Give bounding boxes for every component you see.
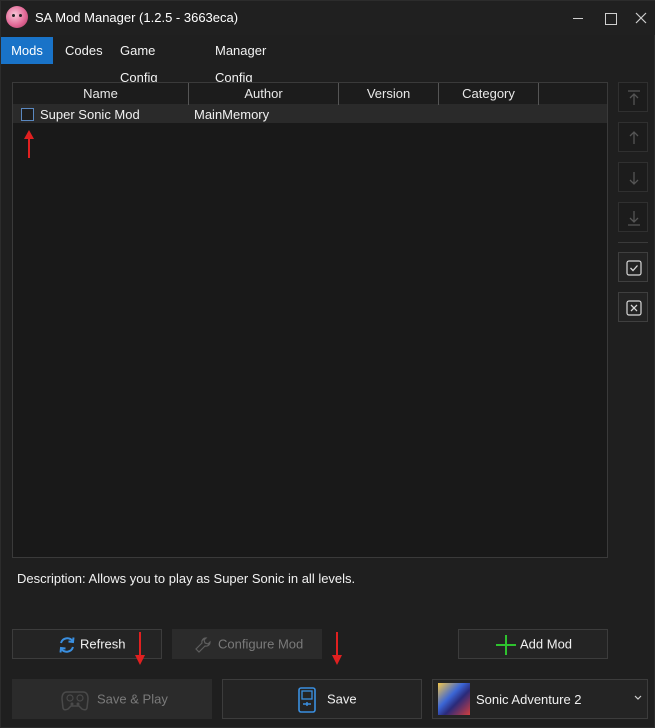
check-all-icon bbox=[626, 260, 642, 276]
mod-list[interactable]: Name Author Version Category Super Sonic… bbox=[12, 82, 608, 558]
save-label: Save bbox=[327, 691, 357, 707]
move-to-bottom-icon bbox=[628, 211, 640, 226]
sonic-adventure-2-cover-icon bbox=[438, 683, 470, 715]
add-mod-button[interactable]: Add Mod bbox=[458, 629, 608, 659]
save-and-play-button[interactable]: Save & Play bbox=[12, 679, 212, 719]
annotation-arrow-down-icon bbox=[332, 632, 342, 665]
maximize-button[interactable] bbox=[600, 8, 620, 28]
title-bar: SA Mod Manager (1.2.5 - 3663eca) bbox=[1, 1, 655, 35]
uncheck-all-icon bbox=[626, 300, 642, 316]
add-icon bbox=[496, 635, 516, 655]
column-header-name[interactable]: Name bbox=[13, 83, 189, 105]
memory-card-icon bbox=[298, 687, 316, 713]
column-header-author[interactable]: Author bbox=[189, 83, 339, 105]
mod-description: Description: Allows you to play as Super… bbox=[17, 571, 356, 586]
add-mod-label: Add Mod bbox=[520, 636, 573, 652]
move-down-icon bbox=[629, 172, 639, 185]
refresh-icon bbox=[59, 637, 75, 653]
mod-enable-checkbox[interactable] bbox=[21, 108, 34, 121]
configure-mod-button[interactable]: Configure Mod bbox=[172, 629, 322, 659]
move-to-top-icon bbox=[628, 90, 640, 105]
tab-manager-config[interactable]: Manager Config bbox=[205, 37, 276, 85]
refresh-label: Refresh bbox=[80, 636, 126, 652]
move-up-icon bbox=[629, 131, 639, 144]
game-selector-dropdown[interactable]: Sonic Adventure 2 bbox=[432, 679, 648, 719]
move-up-button[interactable] bbox=[618, 122, 648, 152]
chevron-down-icon bbox=[634, 695, 642, 700]
check-all-button[interactable] bbox=[618, 252, 648, 282]
tab-mods[interactable]: Mods bbox=[1, 37, 53, 64]
save-button[interactable]: Save bbox=[222, 679, 422, 719]
minimize-button[interactable] bbox=[568, 8, 588, 28]
gamepad-icon bbox=[61, 691, 89, 711]
side-separator bbox=[618, 242, 648, 243]
close-icon bbox=[635, 12, 647, 24]
annotation-arrow-down-icon bbox=[135, 632, 145, 665]
window-title: SA Mod Manager (1.2.5 - 3663eca) bbox=[35, 10, 239, 25]
tab-codes[interactable]: Codes bbox=[55, 37, 113, 64]
mod-name-cell: Super Sonic Mod bbox=[40, 107, 140, 122]
mod-author-cell: MainMemory bbox=[194, 107, 270, 122]
uncheck-all-button[interactable] bbox=[618, 292, 648, 322]
close-button[interactable] bbox=[631, 8, 651, 28]
list-header: Name Author Version Category bbox=[13, 83, 607, 105]
column-header-category[interactable]: Category bbox=[439, 83, 539, 105]
tab-game-config[interactable]: Game Config bbox=[110, 37, 168, 85]
game-selector-value: Sonic Adventure 2 bbox=[476, 692, 582, 707]
configure-mod-label: Configure Mod bbox=[218, 636, 304, 652]
mod-manager-window: SA Mod Manager (1.2.5 - 3663eca) Mods Co… bbox=[0, 0, 655, 728]
move-to-top-button[interactable] bbox=[618, 82, 648, 112]
annotation-arrow-up-icon bbox=[24, 130, 34, 158]
wrench-icon bbox=[195, 637, 211, 653]
save-and-play-label: Save & Play bbox=[97, 691, 168, 707]
move-down-button[interactable] bbox=[618, 162, 648, 192]
app-logo-icon bbox=[6, 6, 28, 28]
column-header-version[interactable]: Version bbox=[339, 83, 439, 105]
move-to-bottom-button[interactable] bbox=[618, 202, 648, 232]
table-row[interactable]: Super Sonic Mod MainMemory bbox=[13, 105, 607, 123]
